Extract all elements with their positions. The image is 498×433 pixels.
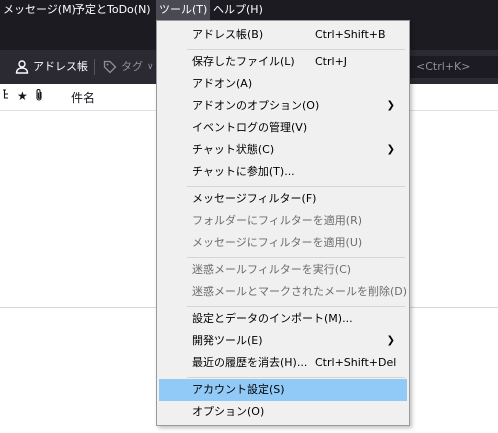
menu-item-import[interactable]: 設定とデータのインポート(M)... — [159, 308, 407, 330]
thread-column-icon[interactable] — [2, 88, 10, 104]
menu-item-delete-junk[interactable]: 迷惑メールとマークされたメールを削除(D) — [159, 281, 407, 303]
tools-menu-popup: アドレス帳(B) Ctrl+Shift+B 保存したファイル(L) Ctrl+J… — [156, 20, 410, 426]
shortcut-text: Ctrl+Shift+Del — [315, 356, 397, 369]
menu-bar: メッセージ(M) 予定とToDo(N) ツール(T) ヘルプ(H) — [0, 0, 498, 22]
mail-app-window: メッセージ(M) 予定とToDo(N) ツール(T) ヘルプ(H) アドレス帳 — [0, 0, 498, 433]
menu-item-run-filters-on-message[interactable]: メッセージにフィルターを適用(U) — [159, 232, 407, 254]
menu-message[interactable]: メッセージ(M) — [0, 0, 79, 22]
menu-item-chat-status[interactable]: チャット状態(C) ❯ — [159, 139, 407, 161]
address-book-button[interactable]: アドレス帳 — [14, 57, 88, 77]
tag-button[interactable]: タグ ∨ — [103, 57, 154, 77]
submenu-arrow-icon: ❯ — [386, 144, 395, 155]
submenu-arrow-icon: ❯ — [386, 335, 395, 346]
submenu-arrow-icon: ❯ — [386, 100, 395, 111]
menu-item-account-settings[interactable]: アカウント設定(S) — [159, 379, 407, 401]
menu-separator — [187, 306, 405, 307]
menu-item-clear-recent-history[interactable]: 最近の履歴を消去(H)... Ctrl+Shift+Del — [159, 352, 407, 374]
menu-separator — [187, 186, 405, 187]
menu-item-run-filters-on-folder[interactable]: フォルダーにフィルターを適用(R) — [159, 210, 407, 232]
menu-separator — [187, 377, 405, 378]
menu-separator — [187, 257, 405, 258]
contacts-icon — [14, 59, 30, 75]
menu-tools[interactable]: ツール(T) — [156, 0, 211, 22]
menu-help[interactable]: ヘルプ(H) — [210, 0, 266, 22]
star-icon[interactable]: ★ — [17, 88, 28, 104]
menu-separator — [187, 49, 405, 50]
quick-search-box[interactable]: <Ctrl+K> — [408, 56, 498, 78]
menu-item-options[interactable]: オプション(O) — [159, 401, 407, 423]
tag-icon — [103, 60, 117, 74]
shortcut-text: Ctrl+J — [315, 55, 348, 68]
menu-item-run-junk-controls[interactable]: 迷惑メールフィルターを実行(C) — [159, 259, 407, 281]
menu-item-addons[interactable]: アドオン(A) — [159, 73, 407, 95]
tag-label: タグ — [121, 60, 143, 73]
menu-item-join-chat[interactable]: チャットに参加(T)... — [159, 161, 407, 183]
attachment-icon[interactable] — [34, 88, 44, 106]
search-shortcut-hint: <Ctrl+K> — [416, 60, 471, 73]
menu-item-message-filters[interactable]: メッセージフィルター(F) — [159, 188, 407, 210]
menu-events-tasks[interactable]: 予定とToDo(N) — [71, 0, 154, 22]
toolbar-separator — [94, 59, 95, 75]
subject-column-header[interactable]: 件名 — [71, 89, 95, 106]
menu-item-event-log[interactable]: イベントログの管理(V) — [159, 117, 407, 139]
menu-item-developer-tools[interactable]: 開発ツール(E) ❯ — [159, 330, 407, 352]
menu-item-address-book[interactable]: アドレス帳(B) Ctrl+Shift+B — [159, 24, 407, 46]
shortcut-text: Ctrl+Shift+B — [315, 28, 386, 41]
address-book-label: アドレス帳 — [33, 60, 88, 73]
menu-item-addon-options[interactable]: アドオンのオプション(O) ❯ — [159, 95, 407, 117]
menu-item-saved-files[interactable]: 保存したファイル(L) Ctrl+J — [159, 51, 407, 73]
chevron-down-icon: ∨ — [147, 62, 154, 72]
